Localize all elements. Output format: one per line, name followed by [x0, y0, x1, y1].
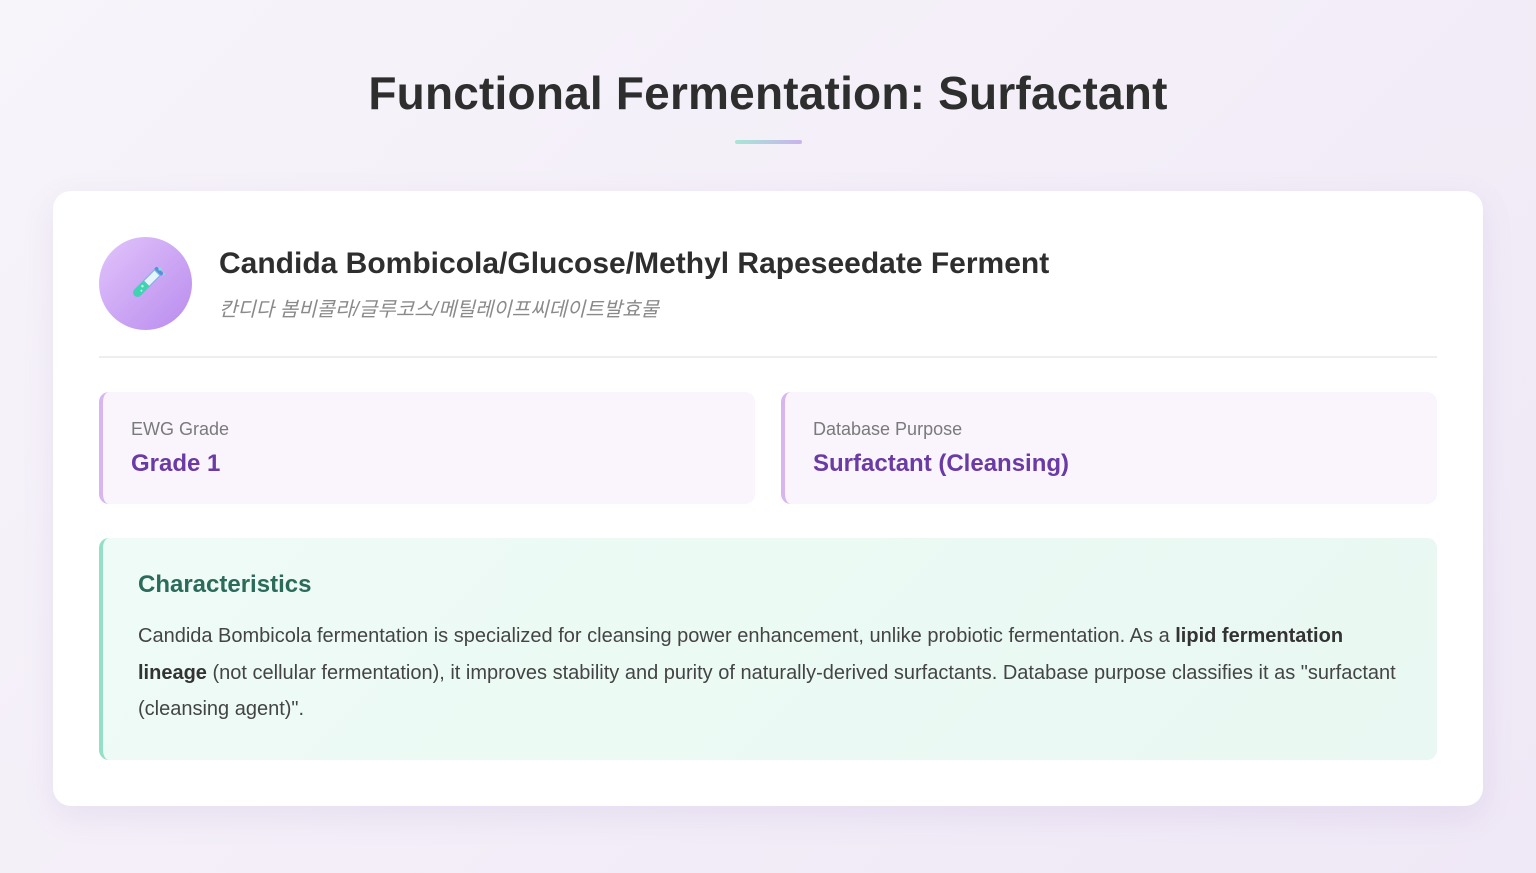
header-divider — [99, 356, 1437, 358]
characteristics-section: Characteristics Candida Bombicola fermen… — [99, 538, 1437, 760]
characteristics-text-part2: (not cellular fermentation), it improves… — [138, 661, 1396, 721]
ingredient-card: Candida Bombicola/Glucose/Methyl Rapesee… — [53, 191, 1483, 806]
title-underline — [735, 140, 802, 144]
database-purpose-card: Database Purpose Surfactant (Cleansing) — [781, 392, 1437, 504]
ewg-grade-label: EWG Grade — [131, 419, 230, 439]
characteristics-title: Characteristics — [138, 571, 312, 598]
characteristics-text-part1: Candida Bombicola fermentation is specia… — [138, 625, 1176, 647]
database-purpose-value: Surfactant (Cleansing) — [813, 450, 1070, 477]
ewg-grade-value: Grade 1 — [131, 450, 221, 477]
ewg-grade-card: EWG Grade Grade 1 — [99, 392, 755, 504]
page-title: Functional Fermentation: Surfactant — [368, 67, 1168, 119]
ingredient-korean-name: 칸디다 봄비콜라/글루코스/메틸레이프씨데이트발효물 — [219, 299, 659, 321]
ingredient-avatar — [99, 237, 192, 330]
test-tube-icon — [132, 266, 165, 297]
characteristics-text: Candida Bombicola fermentation is specia… — [138, 618, 1408, 728]
ingredient-name: Candida Bombicola/Glucose/Methyl Rapesee… — [219, 247, 1050, 280]
database-purpose-label: Database Purpose — [813, 419, 963, 439]
